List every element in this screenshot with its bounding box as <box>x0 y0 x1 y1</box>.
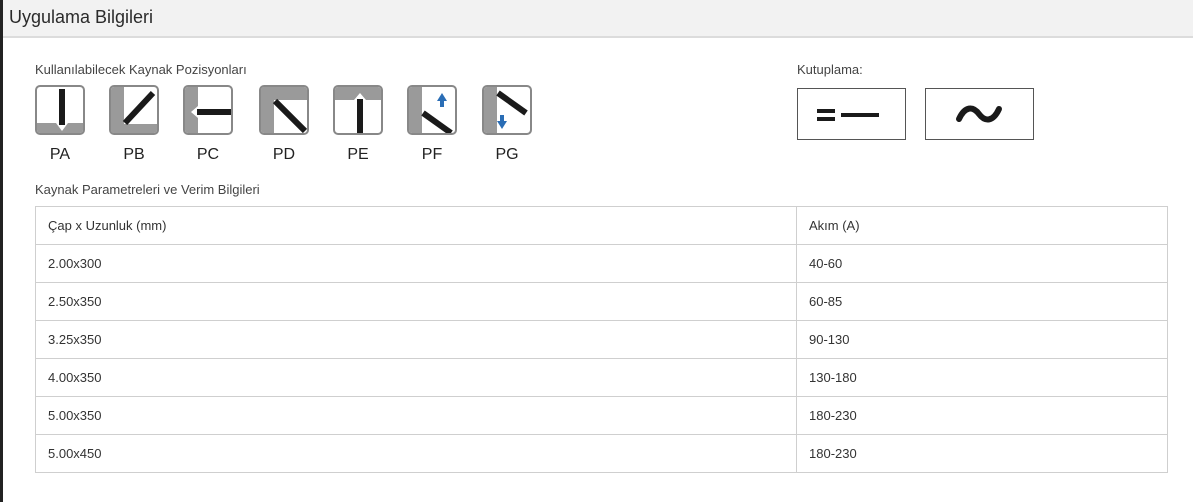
position-code: PG <box>495 146 519 163</box>
params-table: Çap x Uzunluk (mm) Akım (A) 2.00x300 40-… <box>35 206 1168 473</box>
pc-position-icon <box>183 85 233 135</box>
table-row: 3.25x350 90-130 <box>35 320 1168 359</box>
position-pb: PB <box>109 85 163 163</box>
cell-diameter-length: 2.50x350 <box>35 282 797 321</box>
table-row: 4.00x350 130-180 <box>35 358 1168 397</box>
position-pc: PC <box>183 85 237 163</box>
table-row: 2.00x300 40-60 <box>35 244 1168 283</box>
position-pg: PG <box>482 85 536 163</box>
position-pd: PD <box>259 85 313 163</box>
column-header-diameter: Çap x Uzunluk (mm) <box>35 206 797 245</box>
position-pf: PF <box>407 85 461 163</box>
cell-diameter-length: 2.00x300 <box>35 244 797 283</box>
cell-current: 60-85 <box>796 282 1168 321</box>
table-row: 5.00x450 180-230 <box>35 434 1168 473</box>
position-code: PB <box>123 146 145 163</box>
pe-position-icon <box>333 85 383 135</box>
cell-current: 90-130 <box>796 320 1168 359</box>
position-code: PC <box>196 146 220 163</box>
pg-position-icon <box>482 85 532 135</box>
position-pa: PA <box>35 85 89 163</box>
cell-current: 40-60 <box>796 244 1168 283</box>
position-code: PA <box>49 146 71 163</box>
pf-position-icon <box>407 85 457 135</box>
cell-diameter-length: 5.00x450 <box>35 434 797 473</box>
position-code: PD <box>272 146 296 163</box>
column-header-current: Akım (A) <box>796 206 1168 245</box>
positions-label: Kullanılabilecek Kaynak Pozisyonları <box>35 62 247 77</box>
cell-current: 130-180 <box>796 358 1168 397</box>
table-row: 2.50x350 60-85 <box>35 282 1168 321</box>
cell-current: 180-230 <box>796 434 1168 473</box>
ac-current-icon <box>925 88 1034 140</box>
cell-diameter-length: 3.25x350 <box>35 320 797 359</box>
dc-current-icon <box>797 88 906 140</box>
pd-position-icon <box>259 85 309 135</box>
pa-position-icon <box>35 85 85 135</box>
section-title: Uygulama Bilgileri <box>9 7 154 27</box>
pb-position-icon <box>109 85 159 135</box>
position-code: PF <box>421 146 443 163</box>
params-label: Kaynak Parametreleri ve Verim Bilgileri <box>35 182 260 197</box>
cell-diameter-length: 4.00x350 <box>35 358 797 397</box>
table-row: 5.00x350 180-230 <box>35 396 1168 435</box>
cell-current: 180-230 <box>796 396 1168 435</box>
section-header: Uygulama Bilgileri <box>3 0 1193 38</box>
position-pe: PE <box>333 85 387 163</box>
position-code: PE <box>347 146 369 163</box>
table-header-row: Çap x Uzunluk (mm) Akım (A) <box>35 206 1168 245</box>
cell-diameter-length: 5.00x350 <box>35 396 797 435</box>
left-accent-bar <box>0 0 3 502</box>
polarity-label: Kutuplama: <box>797 62 863 77</box>
